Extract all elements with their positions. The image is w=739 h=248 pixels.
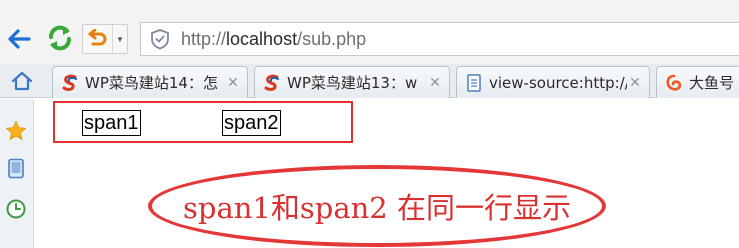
tab-wp-14[interactable]: WP菜鸟建站14：怎 ✕ — [52, 66, 248, 98]
site-logo-icon — [263, 74, 281, 92]
close-icon[interactable]: ✕ — [225, 74, 241, 91]
tab-title: 大鱼号 — [689, 74, 735, 92]
home-button[interactable] — [10, 69, 34, 93]
close-icon[interactable]: ✕ — [427, 74, 443, 91]
favorites-star-icon[interactable] — [4, 119, 28, 143]
document-icon — [465, 73, 483, 92]
device-icon[interactable] — [4, 157, 28, 181]
chevron-down-icon[interactable]: ▼ — [113, 25, 127, 53]
site-logo-icon — [61, 74, 79, 92]
tab-dayu[interactable]: 大鱼号 — [656, 66, 739, 98]
url-host: localhost — [226, 28, 298, 49]
span2-element: span2 — [222, 110, 281, 136]
url-text[interactable]: http://localhost/sub.php — [181, 29, 366, 50]
page-content: span1 span2 span1和span2 在同一行显示 — [35, 99, 739, 248]
tab-title: WP菜鸟建站13：w — [287, 74, 418, 92]
span1-element: span1 — [82, 110, 141, 136]
tab-wp-13[interactable]: WP菜鸟建站13：w ✕ — [254, 66, 450, 98]
undo-icon — [83, 25, 113, 53]
back-button[interactable] — [4, 24, 34, 54]
close-icon[interactable]: ✕ — [627, 74, 643, 91]
url-path: /sub.php — [297, 28, 367, 49]
tab-title: view-source:http:// — [489, 73, 627, 92]
sidebar — [0, 99, 34, 248]
tab-view-source[interactable]: view-source:http:// ✕ — [456, 66, 650, 98]
tab-title: WP菜鸟建站14：怎 — [85, 74, 218, 92]
address-bar[interactable]: http://localhost/sub.php — [140, 22, 739, 56]
refresh-icon — [49, 25, 71, 51]
tab-strip: WP菜鸟建站14：怎 ✕ WP菜鸟建站13：w ✕ view-source:ht… — [0, 64, 739, 98]
browser-toolbar: ▼ http://localhost/sub.php — [0, 0, 739, 64]
home-icon — [11, 71, 33, 91]
history-clock-icon[interactable] — [4, 197, 28, 221]
annotation-text: span1和span2 在同一行显示 — [183, 191, 571, 225]
url-scheme: http:// — [181, 28, 227, 49]
undo-close-tab-button[interactable]: ▼ — [82, 24, 128, 54]
dayu-logo-icon — [665, 74, 683, 92]
shield-icon[interactable] — [149, 28, 171, 50]
refresh-button[interactable] — [44, 22, 76, 54]
back-arrow-icon — [8, 29, 31, 49]
